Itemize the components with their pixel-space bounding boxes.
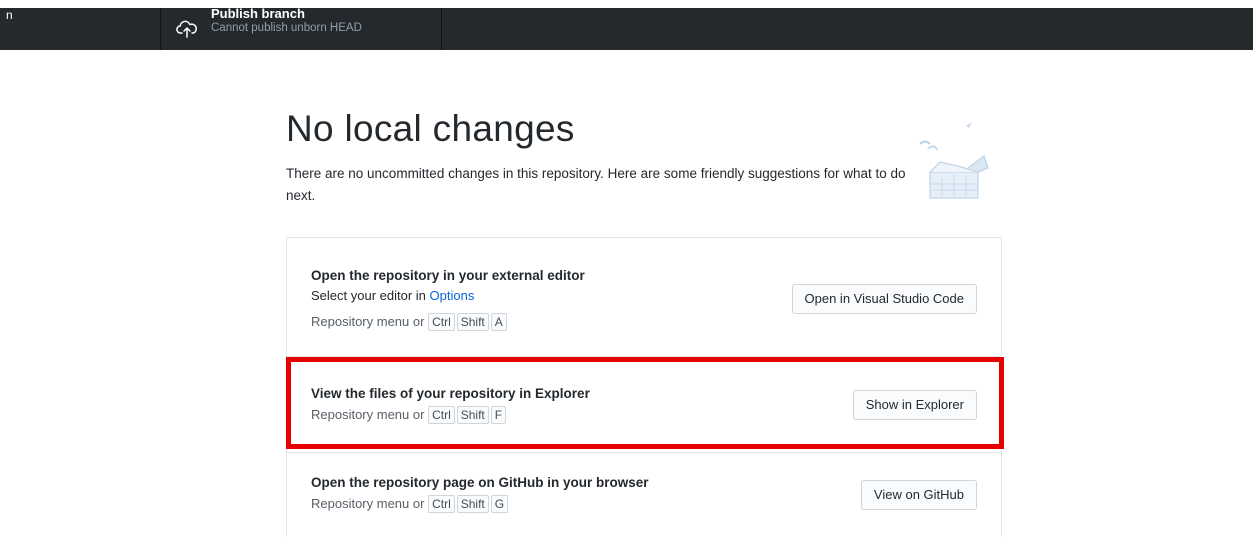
publish-branch-title: Publish branch [211, 6, 305, 21]
key-shift: Shift [456, 313, 489, 331]
suggestion-open-editor: Open the repository in your external edi… [287, 238, 1001, 356]
toolbar-left-edge[interactable]: n [0, 8, 160, 50]
view-on-github-button[interactable]: View on GitHub [860, 480, 977, 510]
key-shift: Shift [456, 495, 489, 513]
shortcut-prefix: Repository menu or [311, 407, 425, 422]
key-g: G [490, 495, 509, 513]
suggestion-title: Open the repository in your external edi… [311, 268, 585, 283]
show-in-explorer-button[interactable]: Show in Explorer [852, 390, 977, 420]
empty-state-illustration [919, 122, 989, 199]
suggestion-show-explorer: View the files of your repository in Exp… [287, 357, 1001, 452]
suggestion-shortcut: Repository menu or Ctrl Shift F [311, 406, 508, 424]
suggestion-title: View the files of your repository in Exp… [311, 386, 590, 401]
page-description: There are no uncommitted changes in this… [286, 166, 906, 203]
shortcut-prefix: Repository menu or [311, 496, 425, 511]
publish-branch-subtitle: Cannot publish unborn HEAD [211, 22, 362, 34]
key-a: A [490, 313, 507, 331]
cloud-upload-icon [176, 20, 198, 38]
publish-branch-button[interactable]: Publish branch Cannot publish unborn HEA… [160, 6, 442, 50]
key-shift: Shift [456, 406, 489, 424]
suggestion-title: Open the repository page on GitHub in yo… [311, 475, 649, 490]
key-ctrl: Ctrl [428, 406, 455, 424]
editor-hint-text: Select your editor in [311, 288, 430, 303]
toolbar-left-edge-text: n [6, 8, 13, 22]
suggestion-view-github: Open the repository page on GitHub in yo… [287, 453, 1001, 538]
page-title: No local changes [286, 108, 575, 149]
key-f: F [490, 406, 507, 424]
suggestion-shortcut: Repository menu or Ctrl Shift G [311, 495, 510, 513]
suggestion-editor-hint: Select your editor in Options [311, 288, 474, 303]
shortcut-prefix: Repository menu or [311, 314, 425, 329]
suggestions-panel: Open the repository in your external edi… [286, 237, 1002, 537]
key-ctrl: Ctrl [428, 495, 455, 513]
open-in-vscode-button[interactable]: Open in Visual Studio Code [791, 284, 977, 314]
suggestion-shortcut: Repository menu or Ctrl Shift A [311, 313, 509, 331]
key-ctrl: Ctrl [428, 313, 455, 331]
toolbar: n Publish branch Cannot publish unborn H… [0, 6, 1253, 50]
options-link[interactable]: Options [430, 288, 475, 303]
